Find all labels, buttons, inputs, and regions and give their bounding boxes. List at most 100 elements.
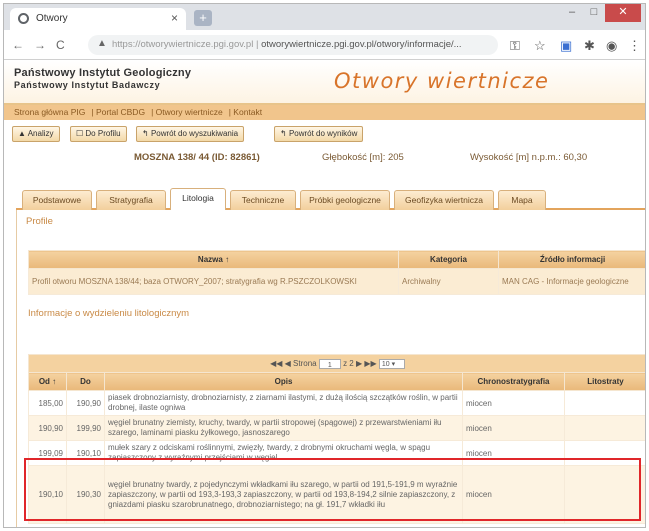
key-icon[interactable]: ⚿ [510, 38, 520, 54]
breadcrumb-link-kontakt[interactable]: Kontakt [233, 107, 262, 117]
pager-row: ◀◀ ◀ Strona 1 z 2 ▶ ▶▶ 10 ▾ [28, 354, 645, 373]
url-main: otworywiertnicze.pgi.gov.pl/otwory/infor… [261, 39, 462, 50]
col-header-category[interactable]: Kategoria [398, 250, 499, 269]
breadcrumb-link-home[interactable]: Strona główna PIG [14, 107, 85, 117]
site-header: Państwowy Instytut Geologiczny Państwowy… [4, 61, 645, 105]
lithology-section-title: Informacje o wydzieleniu litologicznym [28, 308, 190, 319]
profile-name-cell: Profil otworu MOSZNA 138/44; baza OTWORY… [28, 268, 399, 295]
highlight-box [24, 458, 641, 521]
page-label: Strona [293, 358, 317, 368]
breadcrumb: Strona główna PIG | Portal CBDG | Otwory w… [4, 105, 645, 120]
browser-tab-title: Otwory [36, 13, 68, 24]
tab-geofizyka[interactable]: Geofizyka wiertnicza [394, 190, 494, 210]
opis-cell: węgiel brunatny ziemisty, kruchy, twardy… [104, 415, 463, 441]
action-toolbar: ▲ Analizy ☐ Do Profilu ↰ Powrót do wyszu… [4, 123, 645, 145]
pager: ◀◀ ◀ Strona 1 z 2 ▶ ▶▶ 10 ▾ [28, 354, 645, 373]
analyses-button[interactable]: ▲ Analizy [12, 126, 60, 142]
to-profile-label: Do Profilu [85, 129, 121, 138]
globe-icon [18, 13, 29, 24]
profile-icon[interactable]: ◉ [606, 38, 617, 54]
forward-icon[interactable]: → [34, 38, 46, 52]
breadcrumb-link-otwory[interactable]: Otwory wiertnicze [156, 107, 223, 117]
lock-icon: ▲ [97, 38, 107, 49]
page-count: z 2 [343, 358, 354, 368]
page-input[interactable]: 1 [318, 358, 341, 369]
back-icon[interactable]: ← [12, 38, 24, 52]
col-header-source[interactable]: Źródło informacji [498, 250, 645, 269]
browser-tab[interactable]: Otwory × [10, 8, 186, 30]
tab-stratygrafia[interactable]: Stratygrafia [96, 190, 166, 210]
extension-icon[interactable]: ▣ [560, 38, 572, 54]
org-name: Państwowy Instytut Geologiczny [14, 67, 192, 79]
table-row[interactable]: Profil otworu MOSZNA 138/44; baza OTWORY… [28, 268, 645, 295]
opis-cell: piasek drobnoziarnisty, drobnoziarnisty,… [104, 390, 463, 416]
tab-podstawowe[interactable]: Podstawowe [22, 190, 92, 210]
od-cell: 190,90 [28, 415, 67, 441]
back-to-results-button[interactable]: ↰ Powrót do wyników [274, 126, 364, 142]
borehole-info: MOSZNA 138/ 44 (ID: 82861) Głębokość [m]… [4, 150, 645, 166]
breadcrumb-link-cbdg[interactable]: Portal CBDG [96, 107, 145, 117]
minimize-button[interactable]: – [561, 4, 583, 22]
profiles-section-title: Profile [26, 216, 53, 227]
content-tabs: Podstawowe Stratygrafia Litologia Techni… [16, 188, 645, 210]
close-tab-icon[interactable]: × [171, 11, 178, 25]
page-size-value: 10 [381, 360, 390, 368]
table-row[interactable]: 190,90 199,90 węgiel brunatny ziemisty, … [28, 415, 645, 441]
col-header-chrono[interactable]: Chronostratygrafia [462, 372, 565, 391]
col-header-do[interactable]: Do [66, 372, 105, 391]
url-text: https://otworywiertnicze.pgi.gov.pl | ot… [112, 39, 462, 50]
lito-cell [564, 415, 645, 441]
col-header-name-label: Nazwa [197, 255, 223, 264]
chrono-cell: miocen [462, 390, 565, 416]
borehole-depth: Głębokość [m]: 205 [322, 152, 404, 163]
analyses-label: Analizy [27, 129, 54, 138]
profile-category-cell: Archiwalny [398, 268, 499, 295]
reload-icon[interactable]: C [56, 38, 65, 52]
page-size-select[interactable]: 10 ▾ [378, 358, 405, 369]
col-header-opis[interactable]: Opis [104, 372, 463, 391]
do-cell: 190,90 [66, 390, 105, 416]
table-row[interactable]: 185,00 190,90 piasek drobnoziarnisty, dr… [28, 390, 645, 416]
tab-mapa[interactable]: Mapa [498, 190, 546, 210]
lithology-header-row: Od ↑ Do Opis Chronostratygrafia Litostra… [28, 372, 645, 391]
star-icon[interactable]: ☆ [534, 38, 546, 54]
sort-up-icon: ↑ [225, 255, 230, 264]
menu-icon[interactable]: ⋮ [628, 38, 641, 54]
maximize-button[interactable]: □ [583, 4, 605, 22]
col-header-od[interactable]: Od ↑ [28, 372, 67, 391]
last-page-icon[interactable]: ▶▶ [364, 359, 376, 368]
app-title: Otwory wiertnicze [334, 69, 550, 93]
browser-window: Otwory × + – □ ✕ ← → C ▲ https://otworyw… [3, 3, 646, 528]
first-page-icon[interactable]: ◀◀ [270, 359, 282, 368]
back-to-search-label: Powrót do wyszukiwania [150, 129, 239, 138]
do-cell: 199,90 [66, 415, 105, 441]
od-cell: 185,00 [28, 390, 67, 416]
page-value: 1 [327, 361, 332, 369]
borehole-altitude: Wysokość [m] n.p.m.: 60,30 [470, 152, 588, 163]
lito-cell [564, 390, 645, 416]
profile-source-cell: MAN CAG - Informacje geologiczne [498, 268, 645, 295]
col-header-name[interactable]: Nazwa ↑ [28, 250, 399, 269]
next-page-icon[interactable]: ▶ [356, 359, 362, 368]
puzzle-icon[interactable]: ✱ [584, 38, 595, 54]
address-toolbar: ← → C ▲ https://otworywiertnicze.pgi.gov… [4, 30, 645, 60]
address-bar[interactable]: ▲ https://otworywiertnicze.pgi.gov.pl | … [88, 35, 498, 55]
prev-page-icon[interactable]: ◀ [285, 359, 291, 368]
col-header-lito[interactable]: Litostraty [564, 372, 645, 391]
new-tab-button[interactable]: + [194, 10, 212, 26]
tab-litologia[interactable]: Litologia [170, 188, 226, 210]
borehole-name: MOSZNA 138/ 44 (ID: 82861) [134, 152, 260, 163]
col-header-od-label: Od [38, 377, 50, 386]
org-subtitle: Państwowy Instytut Badawczy [14, 80, 161, 90]
close-window-button[interactable]: ✕ [605, 4, 641, 22]
browser-tab-strip: Otwory × + – □ ✕ [4, 4, 645, 30]
chrono-cell: miocen [462, 415, 565, 441]
window-controls: – □ ✕ [561, 4, 641, 22]
tab-probki[interactable]: Próbki geologiczne [300, 190, 390, 210]
sort-up-icon: ↑ [52, 377, 57, 386]
profiles-table: Nazwa ↑ Kategoria Źródło informacji Prof… [28, 250, 645, 295]
tab-techniczne[interactable]: Techniczne [230, 190, 296, 210]
back-to-search-button[interactable]: ↰ Powrót do wyszukiwania [136, 126, 245, 142]
profiles-header-row: Nazwa ↑ Kategoria Źródło informacji [28, 250, 645, 269]
to-profile-button[interactable]: ☐ Do Profilu [70, 126, 127, 142]
